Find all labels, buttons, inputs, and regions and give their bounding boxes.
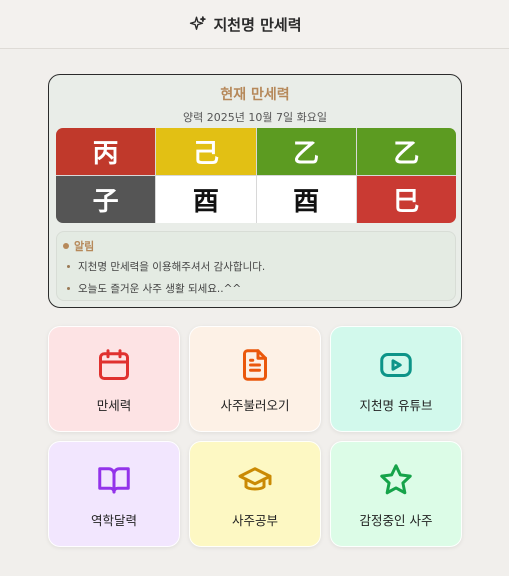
stem-cell-3: 乙 <box>256 128 356 175</box>
card-title: 현재 만세력 <box>220 87 290 103</box>
notice-text: 오늘도 즐거운 사주 생활 되세요..^^ <box>78 283 242 295</box>
notice-dot-icon <box>63 243 69 249</box>
branch-cell-4: 巳 <box>356 176 456 223</box>
branch-cell-3: 酉 <box>256 176 356 223</box>
header-title-group: 지천명 만세력 <box>189 14 302 35</box>
menu-label: 지천명 유튜브 <box>359 398 433 413</box>
page-title: 지천명 만세력 <box>213 15 302 34</box>
notice-line: 지천명 만세력을 이용해주셔서 감사합니다. <box>67 259 265 274</box>
menu-tile-youtube[interactable]: 지천명 유튜브 <box>330 326 462 432</box>
menu-tile-pending-saju[interactable]: 감정중인 사주 <box>330 441 462 547</box>
menu-label: 사주불러오기 <box>220 398 290 413</box>
branch-cell-1: 子 <box>56 176 156 223</box>
graduation-cap-icon <box>190 462 320 498</box>
stem-cell-1: 丙 <box>56 128 156 175</box>
menu-tile-calendar[interactable]: 역학달력 <box>48 441 180 547</box>
menu-tile-manseryeok[interactable]: 만세력 <box>48 326 180 432</box>
menu-label: 역학달력 <box>90 513 137 528</box>
star-icon <box>331 462 461 498</box>
menu-tile-load-saju[interactable]: 사주불러오기 <box>189 326 321 432</box>
notice-line: 오늘도 즐거운 사주 생활 되세요..^^ <box>67 281 241 296</box>
app-header: 지천명 만세력 <box>0 0 509 49</box>
menu-tile-study[interactable]: 사주공부 <box>189 441 321 547</box>
today-manseryeok-card: 현재 만세력 양력 2025년 10월 7일 화요일 丙 己 乙 乙 子 酉 酉… <box>48 74 462 308</box>
notice-heading: 알림 <box>74 240 95 253</box>
calendar-icon <box>49 347 179 383</box>
notice-text: 지천명 만세력을 이용해주셔서 감사합니다. <box>78 261 266 273</box>
stem-cell-2: 己 <box>156 128 256 175</box>
pillar-grid: 丙 己 乙 乙 子 酉 酉 巳 <box>56 128 456 223</box>
notice-heading-row: 알림 <box>63 238 94 254</box>
sparkle-icon <box>189 15 207 33</box>
menu-label: 사주공부 <box>231 513 278 528</box>
open-book-icon <box>49 462 179 498</box>
stem-cell-4: 乙 <box>356 128 456 175</box>
bullet-icon <box>67 287 70 290</box>
menu-label: 만세력 <box>96 398 132 413</box>
bullet-icon <box>67 265 70 268</box>
notice-box: 알림 지천명 만세력을 이용해주셔서 감사합니다. 오늘도 즐거운 사주 생활 … <box>56 231 456 301</box>
menu-label: 감정중인 사주 <box>359 513 433 528</box>
branch-cell-2: 酉 <box>156 176 256 223</box>
youtube-play-icon <box>331 347 461 383</box>
card-date: 양력 2025년 10월 7일 화요일 <box>183 111 327 124</box>
document-icon <box>190 347 320 383</box>
